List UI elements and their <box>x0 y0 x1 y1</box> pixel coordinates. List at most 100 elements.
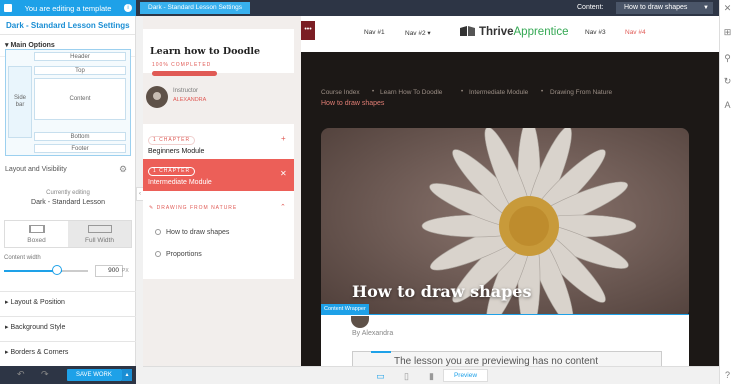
slider-track-rest <box>62 270 88 272</box>
refresh-icon[interactable]: ↻ <box>723 77 732 86</box>
author-avatar <box>351 316 369 328</box>
expand-plus-icon[interactable]: + <box>281 134 286 143</box>
undo-icon[interactable]: ↶ <box>17 369 25 380</box>
breadcrumb-current: How to draw shapes <box>321 100 385 107</box>
gear-icon[interactable]: ⚙ <box>119 164 127 175</box>
byline: By Alexandra <box>352 330 394 337</box>
notice-accent <box>371 351 391 353</box>
nav-item-2[interactable]: Nav #2 ▾ <box>405 29 431 37</box>
preview-button[interactable]: Preview <box>443 369 488 382</box>
breadcrumb-link[interactable]: Drawing From Nature <box>550 89 612 96</box>
lesson-hero-image[interactable]: How to draw shapes <box>321 128 689 318</box>
chevron-down-icon: ▼ <box>703 5 709 11</box>
module-name: DRAWING FROM NATURE <box>156 205 238 211</box>
mobile-icon[interactable]: ▮ <box>426 371 437 381</box>
layout-visibility-label: Layout and Visibility <box>5 166 67 173</box>
chapter-title[interactable]: Beginners Module <box>148 148 204 155</box>
chapter-count-badge: 1 CHAPTER <box>148 167 196 176</box>
site-logo[interactable]: ThriveApprentice <box>479 26 569 38</box>
section-label: Layout & Position <box>10 299 65 306</box>
logo-apprentice: Apprentice <box>513 26 569 38</box>
background-style-section[interactable]: ▸ Background Style <box>0 316 136 338</box>
desktop-icon[interactable]: ▭ <box>375 371 386 381</box>
layout-diagram: Header Top Side bar Content Bottom Foote… <box>5 49 131 156</box>
help-icon[interactable]: ? <box>723 371 732 380</box>
lesson-item[interactable]: How to draw shapes <box>155 229 229 236</box>
top-label: Top <box>75 68 85 74</box>
progress-label: 100% COMPLETED <box>152 62 212 68</box>
lesson-item[interactable]: Proportions <box>155 251 202 258</box>
content-select[interactable]: How to draw shapes ▼ <box>616 2 713 14</box>
breadcrumb-separator: • <box>372 89 375 95</box>
panel-footer: ↶ ↷ SAVE WORK ▴ <box>0 366 136 384</box>
logo-thrive: Thrive <box>479 26 514 38</box>
breadcrumb-separator: • <box>461 89 464 95</box>
top-box[interactable]: Top <box>34 66 126 75</box>
breadcrumb[interactable]: Dark - Standard Lesson Settings <box>140 2 250 14</box>
content-label: Content <box>69 96 91 102</box>
lesson-label: Proportions <box>166 251 202 258</box>
layout-position-section[interactable]: ▸ Layout & Position <box>0 291 136 313</box>
editor-canvas: Learn how to Doodle 100% COMPLETED Instr… <box>143 16 719 366</box>
right-sidebar: ✕ ⊞ ⚲ ↻ A ? <box>719 0 735 384</box>
content-area: Course Index • Learn How To Doodle • Int… <box>301 52 719 366</box>
add-element-icon[interactable]: ⊞ <box>723 28 732 37</box>
info-icon[interactable]: i <box>124 4 132 12</box>
slider-handle[interactable] <box>52 265 62 275</box>
sidebar-label: Side bar <box>13 95 26 108</box>
header-box[interactable]: Header <box>34 52 126 61</box>
panel-title: Dark - Standard Lesson Settings <box>0 16 135 35</box>
nav-label: Nav #2 <box>405 30 426 37</box>
close-icon[interactable]: ✕ <box>280 169 287 178</box>
tablet-icon[interactable]: ▯ <box>401 371 412 381</box>
breadcrumb-link[interactable]: Intermediate Module <box>469 89 528 96</box>
section-label: Borders & Corners <box>10 349 69 356</box>
thrive-book-icon <box>460 26 475 36</box>
instructor-avatar <box>146 86 168 108</box>
boxed-option[interactable]: Boxed <box>5 221 68 247</box>
typography-icon[interactable]: A <box>723 101 732 110</box>
module-title[interactable]: ✎ DRAWING FROM NATURE <box>149 205 237 211</box>
chapters-list: 1 CHAPTER Beginners Module + 1 CHAPTER I… <box>143 124 294 279</box>
content-wrapper[interactable]: By Alexandra The lesson you are previewi… <box>321 315 689 366</box>
course-progress-card: Learn how to Doodle 100% COMPLETED <box>143 29 294 76</box>
content-select-value: How to draw shapes <box>624 4 688 11</box>
content-box[interactable]: Content <box>34 78 126 120</box>
nav-item-1[interactable]: Nav #1 <box>364 29 385 36</box>
pencil-icon: ✎ <box>149 205 157 211</box>
nav-item-4[interactable]: Nav #4 <box>625 29 646 36</box>
lesson-hero-title[interactable]: How to draw shapes <box>352 282 531 301</box>
chapter-title: Intermediate Module <box>148 179 212 186</box>
circle-icon <box>155 251 161 257</box>
close-icon[interactable]: ✕ <box>723 4 732 13</box>
full-width-icon <box>87 225 112 233</box>
breadcrumb-link[interactable]: Learn How To Doodle <box>380 89 442 96</box>
boxed-label: Boxed <box>27 237 46 244</box>
chapter-active[interactable]: 1 CHAPTER Intermediate Module ✕ <box>143 159 294 191</box>
content-width-input[interactable]: 900 <box>95 265 123 277</box>
breadcrumb-link[interactable]: Course Index <box>321 89 360 96</box>
sidebar-box[interactable]: Side bar <box>8 66 32 138</box>
chevron-up-icon[interactable]: ⌃ <box>280 203 286 211</box>
avatar-face <box>153 92 161 100</box>
bottom-box[interactable]: Bottom <box>34 132 126 141</box>
nav-item-3[interactable]: Nav #3 <box>585 29 606 36</box>
notice-text: The lesson you are previewing has no con… <box>394 356 599 366</box>
main-options-label: Main Options <box>10 42 55 49</box>
footer-box[interactable]: Footer <box>34 144 126 153</box>
link-icon[interactable]: ⚲ <box>723 54 732 63</box>
thrive-logo-icon[interactable] <box>4 4 12 12</box>
full-width-option[interactable]: Full Width <box>68 221 131 247</box>
lesson-label: How to draw shapes <box>166 229 230 236</box>
editing-label: You are editing a template <box>24 3 112 13</box>
circle-icon <box>155 229 161 235</box>
content-label: Content: <box>577 4 604 11</box>
borders-corners-section[interactable]: ▸ Borders & Corners <box>0 341 136 363</box>
content-wrapper-label: Content Wrapper <box>321 304 369 314</box>
save-work-button[interactable]: SAVE WORK <box>67 369 122 381</box>
content-width-label: Content width <box>4 255 41 261</box>
header-label: Header <box>70 54 90 60</box>
menu-dots-icon[interactable]: ••• <box>301 21 315 40</box>
redo-icon[interactable]: ↷ <box>41 369 49 380</box>
save-options-chevron-icon[interactable]: ▴ <box>122 369 132 381</box>
